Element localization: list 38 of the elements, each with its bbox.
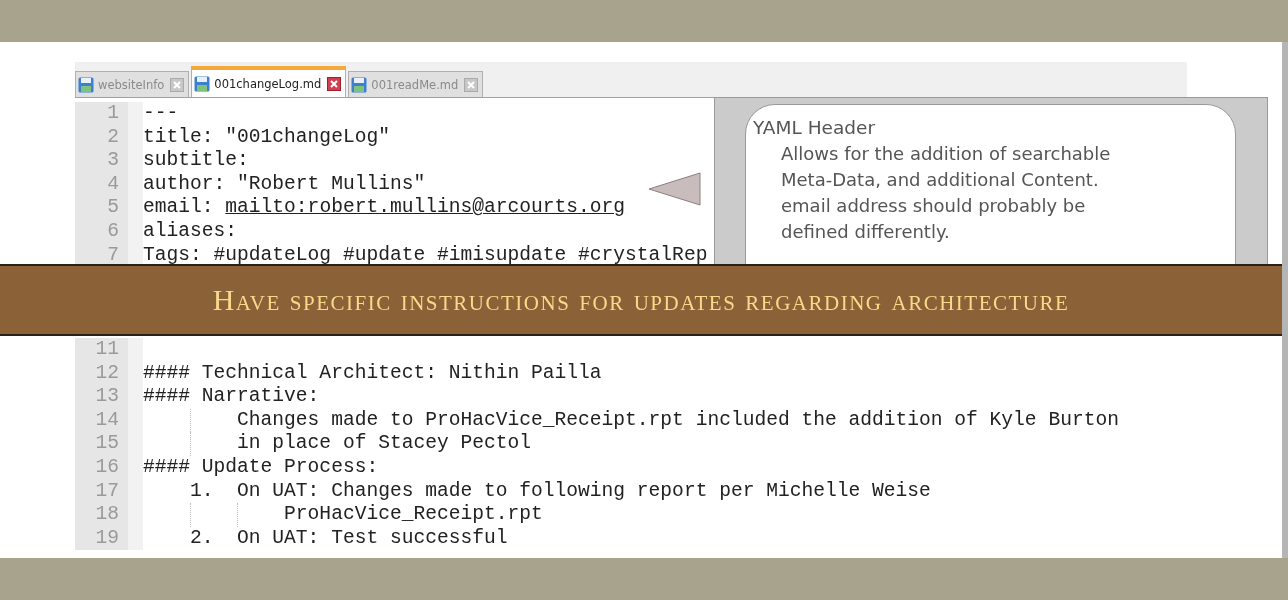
- code-line: subtitle:: [143, 149, 249, 172]
- line-number: 13: [75, 385, 143, 409]
- code-line: title: "001changeLog": [143, 125, 390, 148]
- note-title: YAML Header: [753, 116, 877, 140]
- code-line: ProHacVice_Receipt.rpt: [283, 503, 543, 526]
- line-number: 19: [75, 526, 143, 551]
- line-number: 6: [75, 219, 143, 244]
- line-number: 7: [75, 243, 143, 264]
- code-line: email: mailto:robert.mullins@arcourts.org: [143, 196, 626, 219]
- line-number: 5: [75, 196, 143, 220]
- code-line: aliases:: [143, 219, 238, 242]
- line-number: 17: [75, 479, 143, 504]
- banner-text: Have specific instructions for updates regarding architecture: [212, 283, 1070, 317]
- line-number: 4: [75, 172, 143, 197]
- callout-pointer: [648, 172, 702, 206]
- line-number: 3: [75, 149, 143, 173]
- code-line: ---: [143, 102, 179, 124]
- code-line: author: "Robert Mullins": [143, 172, 426, 195]
- code-line: 2. On UAT: Test successful: [189, 526, 508, 549]
- code-line: #### Update Process:: [143, 455, 379, 478]
- line-number: 1: [75, 102, 143, 126]
- email-link[interactable]: mailto:robert.mullins@arcourts.org: [225, 196, 626, 219]
- note-text: Allows for the addition of searchable Meta-Data, and additional Content. email address should probably be defined differently.: [781, 142, 1112, 244]
- line-number: 18: [75, 503, 143, 527]
- code-line: #### Narrative:: [143, 385, 320, 408]
- line-number: 14: [75, 408, 143, 433]
- line-number: 15: [75, 432, 143, 456]
- line-number: 12: [75, 361, 143, 386]
- code-line: Tags: #updateLog #update #imisupdate #crystalRep: [143, 243, 708, 264]
- code-line: in place of Stacey Pectol: [236, 432, 532, 455]
- code-line: #### Technical Architect: Nithin Pailla: [143, 361, 602, 384]
- code-line: Changes made to ProHacVice_Receipt.rpt included the addition of Kyle Burton: [236, 408, 1119, 431]
- line-number: 11: [75, 338, 143, 362]
- line-number: 2: [75, 125, 143, 150]
- line-number: 16: [75, 455, 143, 480]
- code-line: 1. On UAT: Changes made to following report per Michelle Weise: [189, 479, 931, 502]
- close-icon[interactable]: [327, 76, 342, 91]
- editor-tab[interactable]: 001changeLog.md: [191, 66, 347, 97]
